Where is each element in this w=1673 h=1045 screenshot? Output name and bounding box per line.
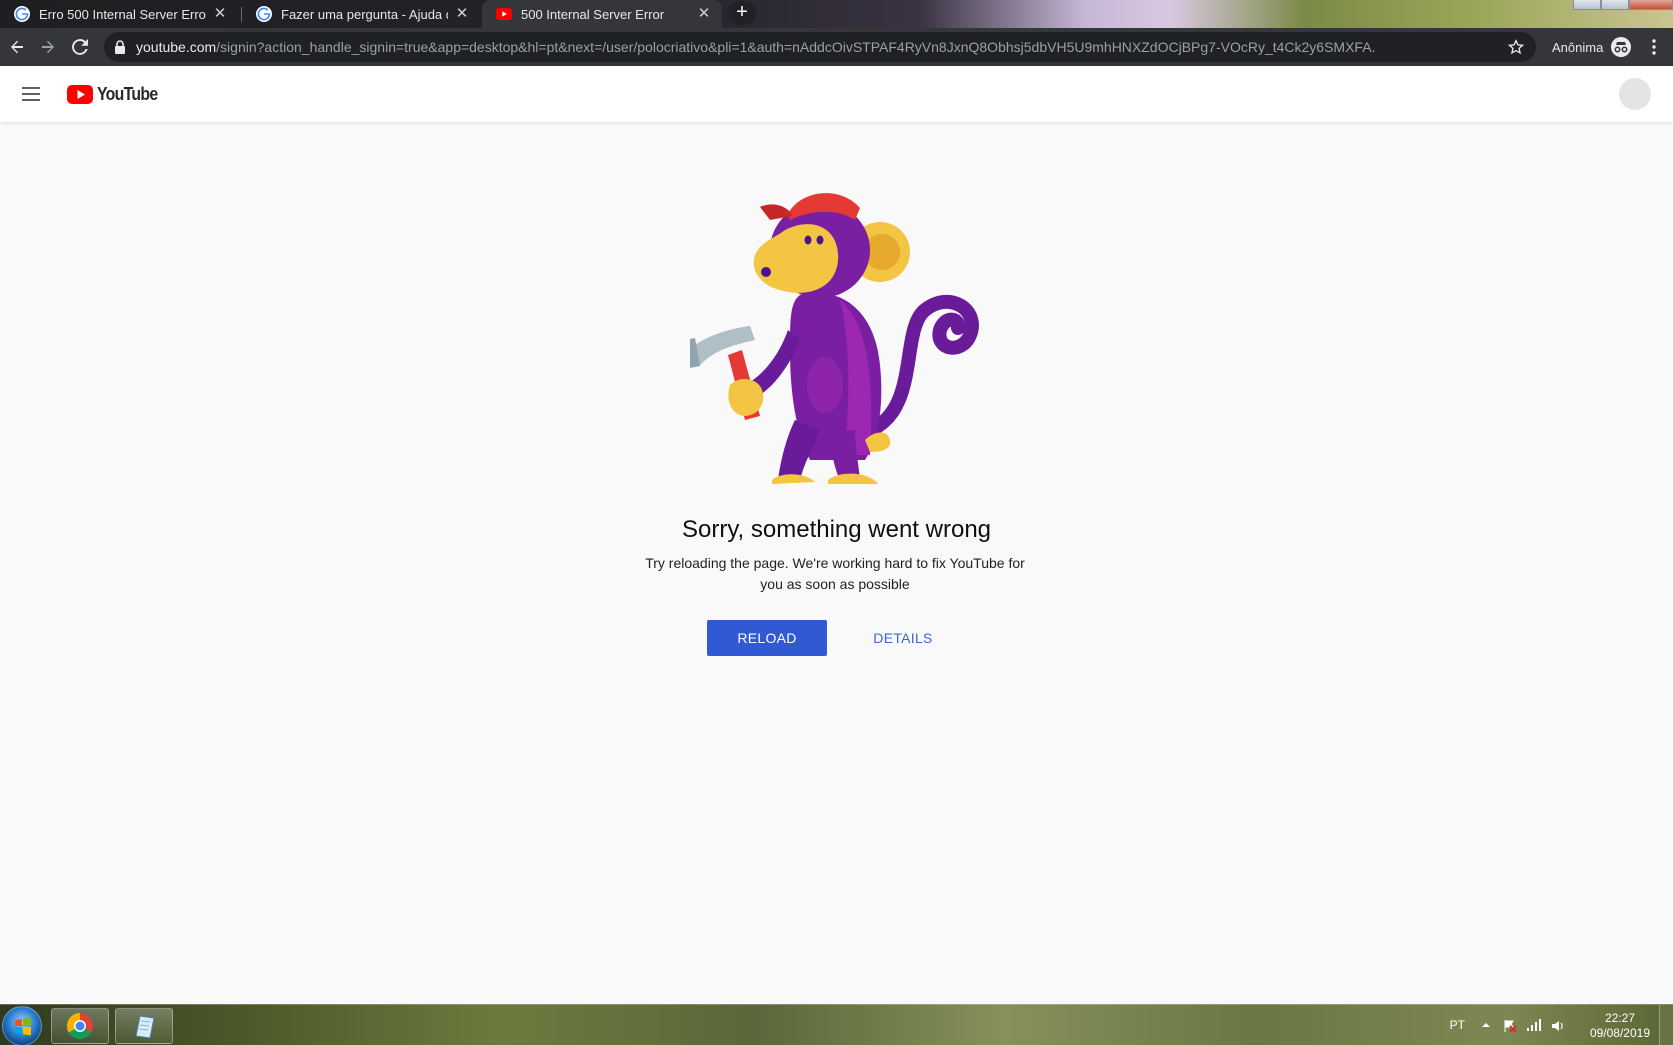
tab-title: Fazer uma pergunta - Ajuda do Y (281, 6, 448, 22)
url-path: /signin?action_handle_signin=true&app=de… (216, 39, 1376, 55)
bookmark-star-icon[interactable] (1496, 39, 1536, 55)
chrome-icon (66, 1012, 93, 1040)
address-bar[interactable]: youtube.com/signin?action_handle_signin=… (104, 32, 1536, 62)
show-desktop-button[interactable] (1659, 1005, 1673, 1045)
volume-icon[interactable] (1551, 1019, 1565, 1036)
youtube-logo[interactable]: YouTube (67, 84, 166, 104)
taskbar-clock[interactable]: 22:27 09/08/2019 (1590, 1011, 1650, 1041)
hamburger-menu-icon[interactable] (19, 82, 43, 106)
lock-icon (115, 40, 125, 54)
language-indicator[interactable]: PT (1450, 1018, 1465, 1032)
google-g-icon (14, 6, 30, 22)
tab-close-icon[interactable]: ✕ (212, 6, 228, 22)
error-title: Sorry, something went wrong (681, 516, 992, 543)
forward-button[interactable] (36, 35, 60, 59)
window-close-button[interactable] (1629, 0, 1673, 10)
tab-close-icon[interactable]: ✕ (696, 6, 712, 22)
youtube-wordmark: YouTube (97, 83, 158, 104)
taskbar-app-button[interactable] (115, 1008, 173, 1044)
incognito-icon (1611, 37, 1632, 57)
tab-title: 500 Internal Server Error (521, 6, 665, 22)
profile-label: Anônima (1552, 39, 1604, 55)
notepad-icon (135, 1015, 155, 1039)
reload-button[interactable]: RELOAD (707, 620, 827, 656)
network-signal-icon[interactable] (1527, 1019, 1541, 1034)
youtube-masthead: YouTube (0, 66, 1673, 122)
back-button[interactable] (5, 35, 29, 59)
refresh-icon (72, 39, 88, 55)
tray-expand-icon[interactable] (1481, 1019, 1491, 1033)
error-message: Try reloading the page. We're working ha… (645, 555, 1025, 592)
tab-500-error[interactable]: 500 Internal Server Error ✕ (482, 0, 722, 28)
windows-taskbar: PT 22:27 09/08/2019 (0, 1004, 1673, 1045)
browser-menu-button[interactable] (1642, 35, 1666, 59)
kebab-menu-icon (1652, 39, 1656, 55)
tab-erro-500[interactable]: Erro 500 Internal Server Error e p ✕ (0, 0, 238, 28)
windows-logo-icon (15, 1017, 31, 1036)
back-arrow-icon (11, 40, 23, 54)
taskbar-chrome-button[interactable] (51, 1008, 109, 1044)
start-button[interactable] (2, 1006, 42, 1045)
tab-close-icon[interactable]: ✕ (454, 6, 470, 22)
repair-monkey-illustration (690, 193, 979, 484)
clock-time: 22:27 (1604, 1011, 1635, 1025)
clock-date: 09/08/2019 (1589, 1026, 1650, 1040)
google-g-icon (256, 6, 272, 22)
youtube-icon (496, 6, 512, 22)
forward-arrow-icon (42, 40, 54, 54)
avatar[interactable] (1619, 78, 1651, 110)
maximize-button[interactable] (1601, 0, 1629, 10)
url-text[interactable]: youtube.com/signin?action_handle_signin=… (136, 39, 1496, 55)
new-tab-button[interactable]: + (728, 1, 756, 25)
details-button[interactable]: DETAILS (862, 620, 944, 656)
youtube-play-icon (67, 84, 93, 104)
action-center-flag-icon[interactable] (1503, 1019, 1517, 1036)
browser-toolbar: youtube.com/signin?action_handle_signin=… (0, 28, 1673, 66)
minimize-button[interactable] (1573, 0, 1601, 10)
browser-tab-strip: Erro 500 Internal Server Error e p ✕ Faz… (0, 0, 1673, 28)
incognito-profile-button[interactable]: Anônima (1552, 36, 1632, 58)
tab-fazer-pergunta[interactable]: Fazer uma pergunta - Ajuda do Y ✕ (242, 0, 480, 28)
url-host: youtube.com (136, 39, 217, 55)
reload-page-button[interactable] (68, 35, 92, 59)
window-controls (1573, 0, 1673, 12)
tab-title: Erro 500 Internal Server Error e p (39, 6, 206, 22)
